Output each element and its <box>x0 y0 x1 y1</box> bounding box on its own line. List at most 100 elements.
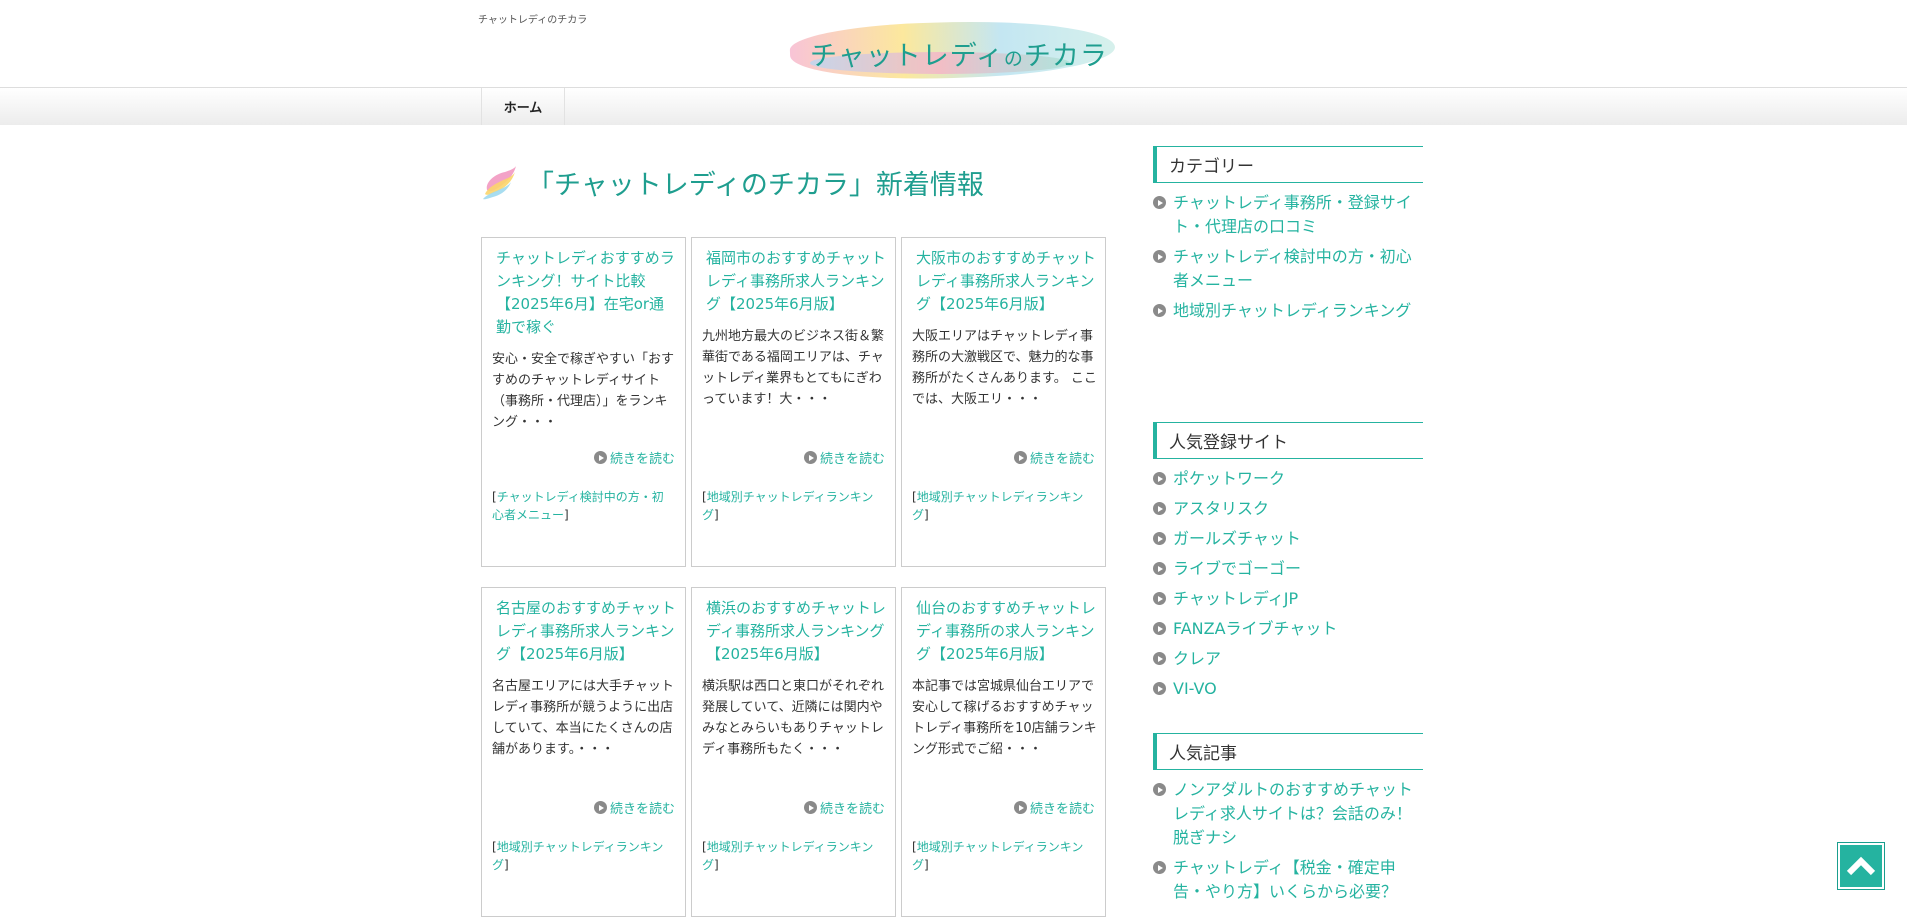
article-excerpt: 九州地方最大のビジネス街＆繁華街である福岡エリアは、チャットレディ業界もとてもに… <box>702 329 885 407</box>
sidebar-link[interactable]: ポケットワーク <box>1173 467 1285 491</box>
arrow-circle-icon <box>1153 652 1166 665</box>
sidebar-link[interactable]: FANZAライブチャット <box>1173 617 1337 641</box>
sidebar-link[interactable]: VI-VO <box>1173 677 1217 701</box>
sidebar-item-site: FANZAライブチャット <box>1153 617 1423 641</box>
article-card: 名古屋のおすすめチャットレディ事務所求人ランキング【2025年6月版】 名古屋エ… <box>481 587 686 917</box>
sidebar-link[interactable]: チャットレディJP <box>1173 587 1298 611</box>
back-to-top-button[interactable] <box>1837 842 1885 890</box>
arrow-circle-icon <box>1153 783 1166 796</box>
article-title-link[interactable]: 大阪市のおすすめチャットレディ事務所求人ランキング【2025年6月版】 <box>916 247 1097 316</box>
sidebar-item-category: 地域別チャットレディランキング <box>1153 299 1423 323</box>
read-more-link[interactable]: 続きを読む <box>610 448 675 467</box>
article-card: 福岡市のおすすめチャットレディ事務所求人ランキング【2025年6月版】 九州地方… <box>691 237 896 567</box>
arrow-circle-icon <box>1153 682 1166 695</box>
arrow-circle-icon <box>1153 861 1166 874</box>
sidebar-link[interactable]: 地域別チャットレディランキング <box>1173 299 1411 323</box>
article-title-link[interactable]: 福岡市のおすすめチャットレディ事務所求人ランキング【2025年6月版】 <box>706 247 887 316</box>
sidebar-link[interactable]: ノンアダルトのおすすめチャットレディ求人サイトは？会話のみ！脱ぎナシ <box>1173 778 1423 850</box>
article-card: 仙台のおすすめチャットレディ事務所の求人ランキング【2025年6月版】 本記事で… <box>901 587 1106 917</box>
category-link[interactable]: チャットレディ検討中の方・初心者メニュー <box>492 490 664 522</box>
sidebar-item-site: チャットレディJP <box>1153 587 1423 611</box>
sidebar-item-category: チャットレディ検討中の方・初心者メニュー <box>1153 245 1423 293</box>
article-category: [地域別チャットレディランキング] <box>492 840 664 872</box>
chevron-up-icon <box>1846 856 1876 876</box>
read-more: 続きを読む <box>803 798 885 817</box>
sidebar-link[interactable]: アスタリスク <box>1173 497 1269 521</box>
arrow-circle-icon <box>593 801 607 814</box>
sidebar-item-site: クレア <box>1153 647 1423 671</box>
section-title: 「チャットレディのチカラ」新着情報 <box>481 163 984 202</box>
article-category: [地域別チャットレディランキング] <box>912 840 1084 872</box>
sidebar-link[interactable]: チャットレディ【税金・確定申告・やり方】いくらから必要？ <box>1173 856 1423 904</box>
read-more-link[interactable]: 続きを読む <box>1030 448 1095 467</box>
article-category: [地域別チャットレディランキング] <box>912 490 1084 522</box>
sidebar-item-site: ポケットワーク <box>1153 467 1423 491</box>
sidebar-link[interactable]: クレア <box>1173 647 1221 671</box>
global-nav: ホーム <box>0 87 1907 125</box>
category-link[interactable]: 地域別チャットレディランキング <box>912 840 1083 872</box>
article-title-link[interactable]: 仙台のおすすめチャットレディ事務所の求人ランキング【2025年6月版】 <box>916 597 1097 666</box>
sidebar-heading-popular-articles: 人気記事 <box>1153 733 1423 770</box>
read-more-link[interactable]: 続きを読む <box>610 798 675 817</box>
article-category: [地域別チャットレディランキング] <box>702 490 874 522</box>
arrow-circle-icon <box>803 451 817 464</box>
read-more: 続きを読む <box>1013 448 1095 467</box>
site-tagline: チャットレディのチカラ <box>478 15 588 26</box>
read-more-link[interactable]: 続きを読む <box>1030 798 1095 817</box>
page-title: 「チャットレディのチカラ」新着情報 <box>527 170 984 201</box>
site-logo[interactable]: チャットレディのチカラ <box>789 16 1116 84</box>
article-excerpt: 名古屋エリアには大手チャットレディ事務所が競うように出店していて、本当にたくさん… <box>492 679 674 757</box>
sidebar-item-site: ライブでゴーゴー <box>1153 557 1423 581</box>
nav-item-home[interactable]: ホーム <box>481 88 565 125</box>
category-link[interactable]: 地域別チャットレディランキング <box>702 490 873 522</box>
category-link[interactable]: 地域別チャットレディランキング <box>702 840 873 872</box>
sidebar-link[interactable]: チャットレディ事務所・登録サイト・代理店の口コミ <box>1173 191 1423 239</box>
article-excerpt: 安心・安全で稼ぎやすい「おすすめのチャットレディサイト（事務所・代理店）」をラン… <box>492 352 675 430</box>
arrow-circle-icon <box>593 451 607 464</box>
arrow-circle-icon <box>1153 592 1166 605</box>
read-more: 続きを読む <box>1013 798 1095 817</box>
arrow-circle-icon <box>1013 801 1027 814</box>
article-excerpt: 大阪エリアはチャットレディ事務所の大激戦区で、魅力的な事務所がたくさんあります。… <box>912 329 1097 407</box>
logo-text: チャットレディのチカラ <box>810 34 1108 73</box>
popular-articles-list: ノンアダルトのおすすめチャットレディ求人サイトは？会話のみ！脱ぎナシ チャットレ… <box>1153 770 1423 904</box>
article-title-link[interactable]: チャットレディおすすめランキング！サイト比較【2025年6月】在宅or通勤で稼ぐ <box>496 247 677 339</box>
arrow-circle-icon <box>1153 304 1166 317</box>
paint-brush-icon <box>483 165 516 199</box>
article-card: 横浜のおすすめチャットレディ事務所求人ランキング【2025年6月版】 横浜駅は西… <box>691 587 896 917</box>
arrow-circle-icon <box>1153 472 1166 485</box>
logo-text-part-1: チャットレディ <box>810 41 1004 72</box>
popular-sites-list: ポケットワーク アスタリスク ガールズチャット ライブでゴーゴー チャットレディ… <box>1153 459 1423 701</box>
sidebar-item-article: チャットレディ【税金・確定申告・やり方】いくらから必要？ <box>1153 856 1423 904</box>
article-category: [チャットレディ検討中の方・初心者メニュー] <box>492 490 664 522</box>
arrow-circle-icon <box>1153 250 1166 263</box>
article-card: チャットレディおすすめランキング！サイト比較【2025年6月】在宅or通勤で稼ぐ… <box>481 237 686 567</box>
article-title-link[interactable]: 横浜のおすすめチャットレディ事務所求人ランキング【2025年6月版】 <box>706 597 887 666</box>
category-list: チャットレディ事務所・登録サイト・代理店の口コミ チャットレディ検討中の方・初心… <box>1153 183 1423 323</box>
sidebar-heading-categories: カテゴリー <box>1153 146 1423 183</box>
article-card: 大阪市のおすすめチャットレディ事務所求人ランキング【2025年6月版】 大阪エリ… <box>901 237 1106 567</box>
category-link[interactable]: 地域別チャットレディランキング <box>492 840 663 872</box>
read-more-link[interactable]: 続きを読む <box>820 448 885 467</box>
arrow-circle-icon <box>1013 451 1027 464</box>
sidebar-link[interactable]: ガールズチャット <box>1173 527 1301 551</box>
sidebar-categories-widget: カテゴリー チャットレディ事務所・登録サイト・代理店の口コミ チャットレディ検討… <box>1153 146 1423 329</box>
sidebar-item-site: ガールズチャット <box>1153 527 1423 551</box>
arrow-circle-icon <box>1153 562 1166 575</box>
sidebar-item-site: アスタリスク <box>1153 497 1423 521</box>
article-grid: チャットレディおすすめランキング！サイト比較【2025年6月】在宅or通勤で稼ぐ… <box>481 237 1107 917</box>
sidebar-link[interactable]: チャットレディ検討中の方・初心者メニュー <box>1173 245 1423 293</box>
article-title-link[interactable]: 名古屋のおすすめチャットレディ事務所求人ランキング【2025年6月版】 <box>496 597 677 666</box>
arrow-circle-icon <box>1153 196 1166 209</box>
logo-text-part-3: チカラ <box>1023 41 1108 72</box>
sidebar-popular-sites-widget: 人気登録サイト ポケットワーク アスタリスク ガールズチャット ライブでゴーゴー… <box>1153 422 1423 707</box>
sidebar-item-site: VI-VO <box>1153 677 1423 701</box>
article-excerpt: 本記事では宮城県仙台エリアで安心して稼げるおすすめチャットレディ事務所を10店舗… <box>912 679 1097 757</box>
sidebar-item-article: ノンアダルトのおすすめチャットレディ求人サイトは？会話のみ！脱ぎナシ <box>1153 778 1423 850</box>
read-more-link[interactable]: 続きを読む <box>820 798 885 817</box>
read-more: 続きを読む <box>593 448 675 467</box>
category-link[interactable]: 地域別チャットレディランキング <box>912 490 1083 522</box>
article-category: [地域別チャットレディランキング] <box>702 840 874 872</box>
read-more: 続きを読む <box>803 448 885 467</box>
sidebar-link[interactable]: ライブでゴーゴー <box>1173 557 1301 581</box>
